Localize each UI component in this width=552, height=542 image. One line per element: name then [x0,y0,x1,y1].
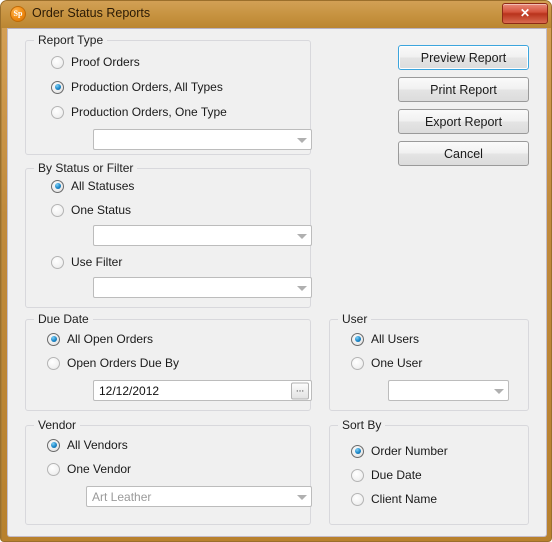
radio-indicator [47,356,60,370]
combo-order-type[interactable] [93,129,312,150]
print-report-button[interactable]: Print Report [398,77,529,102]
radio-all-vendors[interactable]: All Vendors [47,438,128,452]
radio-indicator [51,55,64,69]
group-user-legend: User [338,312,372,326]
radio-indicator [351,492,364,506]
radio-label: Production Orders, All Types [71,80,223,94]
combo-value: Art Leather [92,489,152,504]
group-report-type: Report Type Proof Orders Production Orde… [25,33,312,155]
radio-indicator [47,332,60,346]
radio-label: One User [371,356,423,370]
radio-indicator [51,255,64,269]
cancel-button[interactable]: Cancel [398,141,529,166]
chevron-down-icon[interactable] [294,226,311,245]
radio-all-users[interactable]: All Users [351,332,419,346]
radio-sort-due-date[interactable]: Due Date [351,468,422,482]
radio-label: All Vendors [67,438,128,452]
radio-label: Open Orders Due By [67,356,180,370]
radio-indicator [51,179,64,193]
radio-label: One Status [71,203,132,217]
chevron-down-icon[interactable] [294,130,311,149]
chevron-down-icon[interactable] [491,381,508,400]
close-icon[interactable]: ✕ [502,3,548,24]
radio-indicator [351,356,364,370]
radio-proof-orders[interactable]: Proof Orders [51,55,140,69]
radio-label: All Users [371,332,420,346]
browse-date-button[interactable]: ... [291,382,309,399]
group-due-date-legend: Due Date [34,312,93,326]
radio-label: All Open Orders [67,332,154,346]
radio-use-filter[interactable]: Use Filter [51,255,122,269]
group-report-type-legend: Report Type [34,33,108,47]
radio-one-vendor[interactable]: One Vendor [47,462,131,476]
group-user: User All Users One User [329,312,529,411]
group-vendor-legend: Vendor [34,418,81,432]
radio-label: Use Filter [71,255,123,269]
spectra-app-icon: Sp [10,6,26,22]
group-sort-by-legend: Sort By [338,418,386,432]
date-field-wrapper[interactable]: 12/12/2012 ... [93,380,312,401]
combo-vendor[interactable]: Art Leather [86,486,312,507]
radio-label: Proof Orders [71,55,140,69]
radio-one-user[interactable]: One User [351,356,422,370]
group-by-status-or-filter-legend: By Status or Filter [34,161,138,175]
radio-indicator [51,80,64,94]
radio-indicator [47,438,60,452]
group-sort-by: Sort By Order Number Due Date Client Nam… [329,418,529,525]
radio-indicator [51,105,64,119]
dialog-client-area: Report Type Proof Orders Production Orde… [7,28,547,537]
radio-indicator [351,444,364,458]
radio-label: One Vendor [67,462,132,476]
combo-user[interactable] [388,380,509,401]
radio-indicator [51,203,64,217]
radio-label: Order Number [371,444,448,458]
radio-production-orders-one-type[interactable]: Production Orders, One Type [51,105,227,119]
radio-sort-order-number[interactable]: Order Number [351,444,448,458]
radio-indicator [351,468,364,482]
title-bar[interactable]: Sp Order Status Reports ✕ [1,1,551,28]
radio-all-statuses[interactable]: All Statuses [51,179,134,193]
chevron-down-icon[interactable] [294,278,311,297]
radio-open-orders-due-by[interactable]: Open Orders Due By [47,356,179,370]
radio-all-open-orders[interactable]: All Open Orders [47,332,153,346]
radio-indicator [351,332,364,346]
export-report-button[interactable]: Export Report [398,109,529,134]
radio-label: Production Orders, One Type [71,105,227,119]
combo-filter[interactable] [93,277,312,298]
chevron-down-icon[interactable] [294,487,311,506]
due-date-input[interactable]: 12/12/2012 [94,384,311,398]
dialog-window: Sp Order Status Reports ✕ Report Type Pr… [0,0,552,542]
group-by-status-or-filter: By Status or Filter All Statuses One Sta… [25,161,312,308]
combo-status[interactable] [93,225,312,246]
radio-one-status[interactable]: One Status [51,203,131,217]
group-vendor: Vendor All Vendors One Vendor Art Leathe… [25,418,312,525]
radio-production-orders-all-types[interactable]: Production Orders, All Types [51,80,223,94]
group-due-date: Due Date All Open Orders Open Orders Due… [25,312,312,411]
radio-label: Client Name [371,492,438,506]
radio-label: All Statuses [71,179,135,193]
radio-sort-client-name[interactable]: Client Name [351,492,437,506]
radio-indicator [47,462,60,476]
preview-report-button[interactable]: Preview Report [398,45,529,70]
window-title: Order Status Reports [32,6,151,20]
radio-label: Due Date [371,468,422,482]
